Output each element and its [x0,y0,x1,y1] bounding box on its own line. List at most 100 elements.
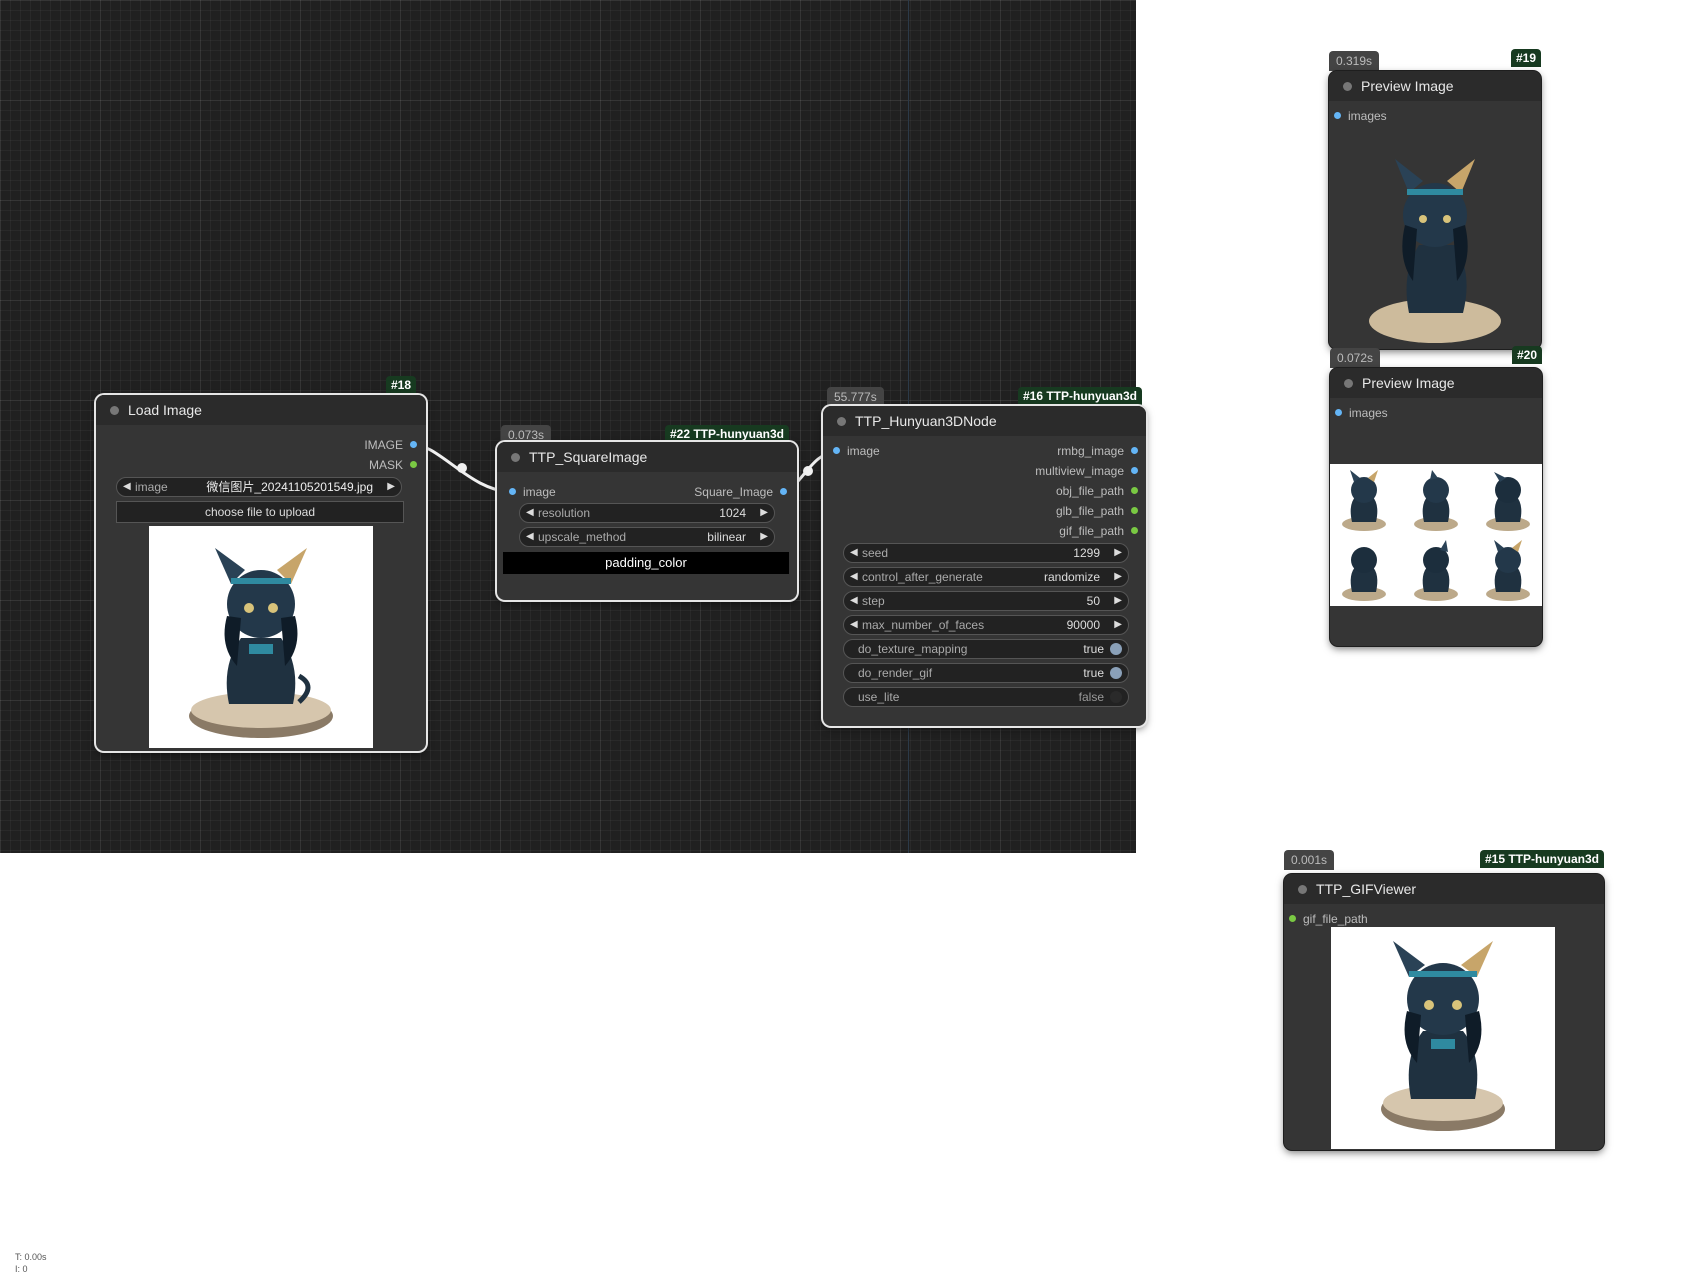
execution-time-badge: 0.001s [1284,850,1335,870]
input-gif-file-path[interactable]: gif_file_path [1289,912,1368,926]
input-image[interactable]: image [833,444,880,458]
output-pin-icon[interactable] [1131,507,1138,514]
node-preview-image-19[interactable]: 0.319s #19 Preview Image images [1329,49,1541,349]
step-widget[interactable]: ◀ step 50 ▶ [843,591,1129,611]
node-title-bar[interactable]: TTP_Hunyuan3DNode [823,406,1146,436]
status-time: T: 0.00s [15,1252,47,1262]
node-id-badge: #16 TTP-hunyuan3d [1017,387,1142,405]
cat-figurine-image [1342,470,1530,601]
output-square-image[interactable]: Square_Image [694,485,787,499]
input-pin-icon[interactable] [1334,112,1341,119]
upscale-method-widget[interactable]: ◀ upscale_method bilinear ▶ [519,527,775,547]
input-images[interactable]: images [1335,406,1388,420]
input-pin-icon[interactable] [833,447,840,454]
multiview-thumb [1486,540,1530,601]
cat-figurine-image [189,548,333,738]
collapse-dot-icon[interactable] [1343,82,1352,91]
arrow-right-icon[interactable]: ▶ [760,528,768,546]
node-title: TTP_GIFViewer [1316,881,1417,897]
arrow-right-icon[interactable]: ▶ [1114,544,1122,562]
output-image[interactable]: IMAGE [364,438,417,452]
output-gif-file-path[interactable]: gif_file_path [1059,524,1138,538]
output-pin-icon[interactable] [1131,527,1138,534]
execution-time-badge: 0.072s [1330,348,1381,368]
output-pin-icon[interactable] [1131,447,1138,454]
node-id-badge: #19 [1510,49,1541,67]
arrow-right-icon[interactable]: ▶ [760,504,768,522]
arrow-right-icon[interactable]: ▶ [1114,592,1122,610]
collapse-dot-icon[interactable] [110,406,119,415]
resolution-widget[interactable]: ◀ resolution 1024 ▶ [519,503,775,523]
node-title-bar[interactable]: TTP_SquareImage [497,442,797,472]
output-pin-icon[interactable] [1131,487,1138,494]
multiview-thumb [1414,470,1458,531]
execution-time-badge: 55.777s [827,387,884,407]
node-preview-image-20[interactable]: 0.072s #20 Preview Image images [1330,346,1542,646]
node-load-image[interactable]: #18 Load Image IMAGE MASK ◀ image 微信图片_2… [96,376,426,751]
output-pin-icon[interactable] [410,461,417,468]
node-id-badge: #20 [1511,346,1542,364]
use-lite-toggle[interactable]: use_lite false [843,687,1129,707]
node-title-bar[interactable]: Preview Image [1330,368,1542,398]
node-id-badge: #18 [385,376,416,394]
toggle-knob-icon[interactable] [1110,691,1122,703]
node-id-badge: #22 TTP-hunyuan3d [664,425,789,443]
multiview-thumb [1342,470,1386,531]
gif-preview [1331,927,1555,1149]
node-title: TTP_SquareImage [529,449,648,465]
input-pin-icon[interactable] [1335,409,1342,416]
node-gif-viewer[interactable]: 0.001s #15 TTP-hunyuan3d TTP_GIFViewer g… [1284,850,1604,1150]
arrow-left-icon[interactable]: ◀ [850,592,858,610]
multiview-thumb [1342,547,1386,601]
seed-widget[interactable]: ◀ seed 1299 ▶ [843,543,1129,563]
input-pin-icon[interactable] [1289,915,1296,922]
output-glb-file-path[interactable]: glb_file_path [1056,504,1138,518]
arrow-right-icon[interactable]: ▶ [1114,568,1122,586]
execution-time-badge: 0.319s [1329,51,1380,71]
collapse-dot-icon[interactable] [1344,379,1353,388]
node-id-badge: #15 TTP-hunyuan3d [1479,850,1604,868]
image-combo-widget[interactable]: ◀ image 微信图片_20241105201549.jpg ▶ [116,477,402,497]
input-image[interactable]: image [509,485,556,499]
preview-render [1365,149,1505,344]
input-pin-icon[interactable] [509,488,516,495]
arrow-left-icon[interactable]: ◀ [123,478,131,496]
collapse-dot-icon[interactable] [511,453,520,462]
arrow-right-icon[interactable]: ▶ [387,478,395,496]
node-title: Preview Image [1361,78,1454,94]
output-multiview-image[interactable]: multiview_image [1035,464,1138,478]
padding-color-widget[interactable]: padding_color [503,552,789,574]
output-pin-icon[interactable] [1131,467,1138,474]
node-title-bar[interactable]: Load Image [96,395,426,425]
cat-figurine-image [1369,159,1501,343]
output-rmbg-image[interactable]: rmbg_image [1057,444,1138,458]
node-title-bar[interactable]: Preview Image [1329,71,1541,101]
arrow-left-icon[interactable]: ◀ [526,504,534,522]
collapse-dot-icon[interactable] [837,417,846,426]
node-square-image[interactable]: 0.073s #22 TTP-hunyuan3d TTP_SquareImage… [497,425,797,600]
node-title: TTP_Hunyuan3DNode [855,413,997,429]
arrow-left-icon[interactable]: ◀ [850,544,858,562]
arrow-left-icon[interactable]: ◀ [526,528,534,546]
output-pin-icon[interactable] [410,441,417,448]
toggle-knob-icon[interactable] [1110,643,1122,655]
arrow-right-icon[interactable]: ▶ [1114,616,1122,634]
toggle-knob-icon[interactable] [1110,667,1122,679]
control-after-generate-widget[interactable]: ◀ control_after_generate randomize ▶ [843,567,1129,587]
output-obj-file-path[interactable]: obj_file_path [1056,484,1138,498]
collapse-dot-icon[interactable] [1298,885,1307,894]
output-mask[interactable]: MASK [369,458,417,472]
image-preview [149,526,373,748]
max-faces-widget[interactable]: ◀ max_number_of_faces 90000 ▶ [843,615,1129,635]
node-hunyuan3d[interactable]: 55.777s #16 TTP-hunyuan3d TTP_Hunyuan3DN… [823,387,1146,726]
input-images[interactable]: images [1334,109,1387,123]
texture-mapping-toggle[interactable]: do_texture_mapping true [843,639,1129,659]
arrow-left-icon[interactable]: ◀ [850,568,858,586]
multiview-thumb [1486,472,1530,531]
node-title: Preview Image [1362,375,1455,391]
upload-button[interactable]: choose file to upload [116,501,404,523]
render-gif-toggle[interactable]: do_render_gif true [843,663,1129,683]
output-pin-icon[interactable] [780,488,787,495]
node-title-bar[interactable]: TTP_GIFViewer [1284,874,1604,904]
arrow-left-icon[interactable]: ◀ [850,616,858,634]
